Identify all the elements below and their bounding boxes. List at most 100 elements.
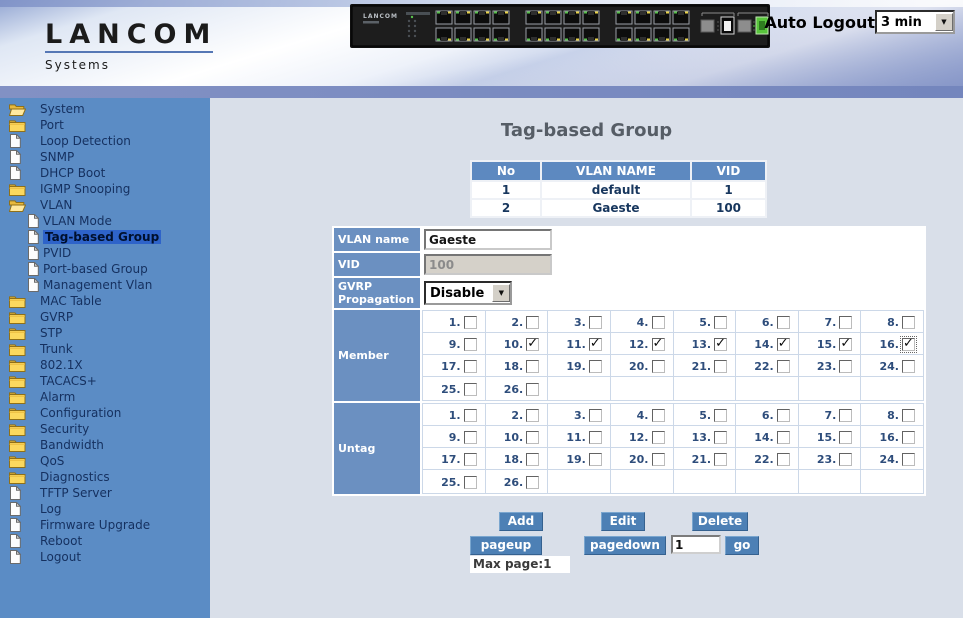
untag-port-1-checkbox[interactable] — [464, 409, 477, 422]
sidebar-item-port-based-group[interactable]: Port-based Group — [0, 261, 210, 277]
add-button[interactable]: Add — [499, 512, 543, 531]
member-port-1-checkbox[interactable] — [464, 316, 477, 329]
untag-port-13-checkbox[interactable] — [714, 431, 727, 444]
go-button[interactable]: go — [725, 536, 759, 555]
page-number-input[interactable] — [671, 535, 721, 554]
sidebar-item-configuration[interactable]: Configuration — [0, 405, 210, 421]
sidebar-item-tacacs[interactable]: TACACS+ — [0, 373, 210, 389]
vlan-name-input[interactable] — [424, 229, 552, 250]
member-port-23-checkbox[interactable] — [839, 360, 852, 373]
member-port-9-checkbox[interactable] — [464, 338, 477, 351]
sidebar-item-qos[interactable]: QoS — [0, 453, 210, 469]
member-port-8-checkbox[interactable] — [902, 316, 915, 329]
member-port-17-checkbox[interactable] — [464, 360, 477, 373]
sidebar-item-tag-based-group[interactable]: Tag-based Group — [0, 229, 210, 245]
sidebar-item-gvrp[interactable]: GVRP — [0, 309, 210, 325]
member-port-7-checkbox[interactable] — [839, 316, 852, 329]
untag-port-3-checkbox[interactable] — [589, 409, 602, 422]
untag-port-6-checkbox[interactable] — [777, 409, 790, 422]
untag-port-20-checkbox[interactable] — [652, 453, 665, 466]
table-row[interactable]: 2Gaeste100 — [472, 200, 765, 216]
sidebar-item-trunk[interactable]: Trunk — [0, 341, 210, 357]
member-port-25-checkbox[interactable] — [464, 383, 477, 396]
chevron-down-icon[interactable]: ▼ — [492, 284, 510, 302]
untag-port-16-checkbox[interactable] — [902, 431, 915, 444]
sidebar-item-alarm[interactable]: Alarm — [0, 389, 210, 405]
auto-logout-select[interactable]: 3 min ▼ — [875, 10, 955, 34]
untag-port-9-checkbox[interactable] — [464, 431, 477, 444]
gvrp-select[interactable]: Disable ▼ — [424, 281, 512, 305]
sidebar-item-security[interactable]: Security — [0, 421, 210, 437]
member-port-22-checkbox[interactable] — [777, 360, 790, 373]
member-port-12-checkbox[interactable] — [652, 338, 665, 351]
member-port-6-checkbox[interactable] — [777, 316, 790, 329]
sidebar-item-tftp-server[interactable]: TFTP Server — [0, 485, 210, 501]
member-port-5-checkbox[interactable] — [714, 316, 727, 329]
sidebar-item-logout[interactable]: Logout — [0, 549, 210, 565]
untag-port-2-checkbox[interactable] — [526, 409, 539, 422]
sidebar-item-802-1x[interactable]: 802.1X — [0, 357, 210, 373]
untag-port-19-checkbox[interactable] — [589, 453, 602, 466]
member-port-18-checkbox[interactable] — [526, 360, 539, 373]
sidebar-item-loop-detection[interactable]: Loop Detection — [0, 133, 210, 149]
untag-port-17-checkbox[interactable] — [464, 453, 477, 466]
untag-port-23-checkbox[interactable] — [839, 453, 852, 466]
untag-port-15-checkbox[interactable] — [839, 431, 852, 444]
sidebar-item-management-vlan[interactable]: Management Vlan — [0, 277, 210, 293]
sidebar-item-snmp[interactable]: SNMP — [0, 149, 210, 165]
delete-button[interactable]: Delete — [692, 512, 748, 531]
untag-port-10-checkbox[interactable] — [526, 431, 539, 444]
table-row[interactable]: 1default1 — [472, 182, 765, 198]
sidebar-item-igmp-snooping[interactable]: IGMP Snooping — [0, 181, 210, 197]
member-port-26-checkbox[interactable] — [526, 383, 539, 396]
untag-port-5-checkbox[interactable] — [714, 409, 727, 422]
member-port-3-checkbox[interactable] — [589, 316, 602, 329]
untag-port-24-checkbox[interactable] — [902, 453, 915, 466]
sidebar-item-port[interactable]: Port — [0, 117, 210, 133]
member-port-11-checkbox[interactable] — [589, 338, 602, 351]
sidebar-item-pvid[interactable]: PVID — [0, 245, 210, 261]
chevron-down-icon[interactable]: ▼ — [935, 13, 953, 31]
sidebar-item-vlan[interactable]: VLAN — [0, 197, 210, 213]
sidebar-item-system[interactable]: System — [0, 101, 210, 117]
port-cell: 17. — [423, 355, 486, 377]
sidebar-item-bandwidth[interactable]: Bandwidth — [0, 437, 210, 453]
sidebar-item-dhcp-boot[interactable]: DHCP Boot — [0, 165, 210, 181]
untag-port-25-checkbox[interactable] — [464, 476, 477, 489]
member-port-19-checkbox[interactable] — [589, 360, 602, 373]
edit-button[interactable]: Edit — [601, 512, 645, 531]
member-port-16-checkbox[interactable] — [902, 338, 915, 351]
member-label: Member — [334, 310, 420, 401]
member-port-2-checkbox[interactable] — [526, 316, 539, 329]
pagedown-button[interactable]: pagedown — [584, 536, 666, 555]
sidebar-item-stp[interactable]: STP — [0, 325, 210, 341]
untag-port-7-checkbox[interactable] — [839, 409, 852, 422]
vlan-table-header-row: NoVLAN NAMEVID — [472, 162, 765, 180]
sidebar-item-log[interactable]: Log — [0, 501, 210, 517]
member-port-21-checkbox[interactable] — [714, 360, 727, 373]
untag-port-4-checkbox[interactable] — [652, 409, 665, 422]
member-port-20-checkbox[interactable] — [652, 360, 665, 373]
port-cell: 16. — [861, 333, 924, 355]
sidebar-item-firmware-upgrade[interactable]: Firmware Upgrade — [0, 517, 210, 533]
sidebar-item-mac-table[interactable]: MAC Table — [0, 293, 210, 309]
untag-port-12-checkbox[interactable] — [652, 431, 665, 444]
untag-port-11-checkbox[interactable] — [589, 431, 602, 444]
member-port-4-checkbox[interactable] — [652, 316, 665, 329]
untag-port-14-checkbox[interactable] — [777, 431, 790, 444]
untag-port-22-checkbox[interactable] — [777, 453, 790, 466]
sidebar-item-vlan-mode[interactable]: VLAN Mode — [0, 213, 210, 229]
member-port-10-checkbox[interactable] — [526, 338, 539, 351]
member-port-13-checkbox[interactable] — [714, 338, 727, 351]
untag-port-18-checkbox[interactable] — [526, 453, 539, 466]
untag-port-26-checkbox[interactable] — [526, 476, 539, 489]
untag-port-21-checkbox[interactable] — [714, 453, 727, 466]
sidebar-item-reboot[interactable]: Reboot — [0, 533, 210, 549]
member-port-24-checkbox[interactable] — [902, 360, 915, 373]
port-cell: 14. — [736, 426, 799, 448]
member-port-14-checkbox[interactable] — [777, 338, 790, 351]
sidebar-item-diagnostics[interactable]: Diagnostics — [0, 469, 210, 485]
untag-port-8-checkbox[interactable] — [902, 409, 915, 422]
pageup-button[interactable]: pageup — [470, 536, 542, 555]
member-port-15-checkbox[interactable] — [839, 338, 852, 351]
